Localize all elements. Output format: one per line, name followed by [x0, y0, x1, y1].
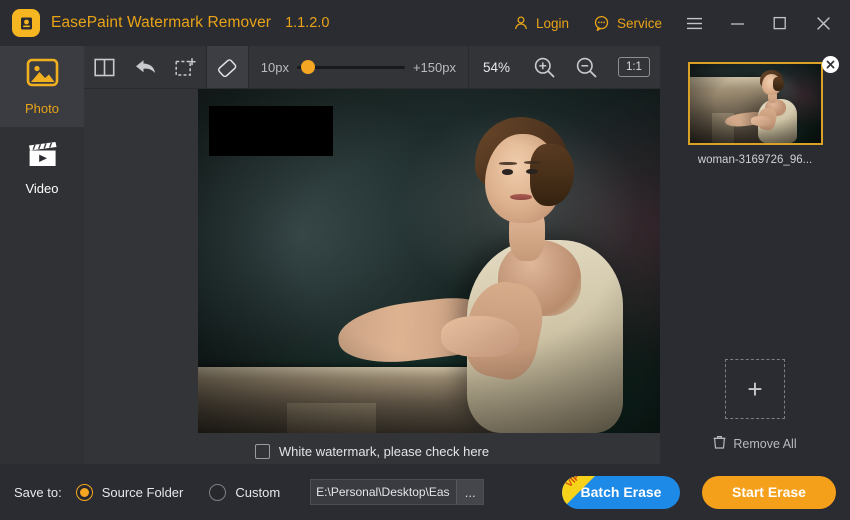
radio-custom-button[interactable] — [209, 483, 227, 501]
erase-selection-rectangle[interactable] — [209, 106, 333, 156]
editor-area: 10px +150px 54% 1:1 White watermark, ple… — [84, 46, 716, 464]
login-button[interactable]: Login — [507, 11, 575, 35]
photo-canvas[interactable] — [198, 89, 716, 433]
marquee-select-icon[interactable] — [165, 46, 206, 88]
sidebar-item-video[interactable]: Video — [0, 127, 84, 208]
hamburger-menu-icon[interactable] — [677, 8, 711, 38]
remove-all-label: Remove All — [733, 436, 797, 451]
bottom-bar: Save to: Source Folder Custom ... VIP Ba… — [0, 464, 850, 520]
eraser-icon[interactable] — [207, 46, 248, 88]
sidebar: Photo Video — [0, 46, 84, 464]
white-watermark-row[interactable]: White watermark, please check here — [84, 438, 660, 464]
thumbnail-filename: woman-3169726_96... — [697, 154, 813, 166]
zoom-out-icon[interactable] — [566, 46, 608, 88]
brush-size-slider[interactable] — [296, 60, 405, 74]
output-path-control[interactable]: ... — [310, 479, 485, 505]
photo-icon — [26, 57, 59, 93]
app-title: EasePaint Watermark Remover — [51, 14, 272, 31]
zoom-level-label: 54% — [482, 59, 510, 75]
service-button[interactable]: Service — [587, 11, 668, 36]
undo-arrow-icon[interactable] — [125, 46, 166, 88]
user-icon — [513, 15, 529, 31]
service-label: Service — [616, 15, 662, 31]
remove-all-button[interactable]: Remove All — [713, 435, 797, 452]
thumbnail-vignette — [689, 64, 821, 143]
thumbnail-image[interactable] — [687, 62, 823, 145]
sidebar-item-label: Photo — [25, 101, 59, 116]
output-path-input[interactable] — [311, 480, 457, 504]
editor-toolbar: 10px +150px 54% 1:1 — [84, 46, 660, 89]
radio-custom[interactable]: Custom — [209, 483, 281, 501]
zoom-in-icon[interactable] — [524, 46, 566, 88]
title-bar: EasePaint Watermark Remover 1.1.2.0 Logi… — [0, 0, 850, 46]
split-view-icon[interactable] — [84, 46, 125, 88]
white-watermark-label: White watermark, please check here — [278, 443, 490, 459]
start-erase-label: Start Erase — [732, 484, 806, 500]
radio-source-folder[interactable]: Source Folder — [75, 483, 184, 501]
add-file-button[interactable]: + — [725, 359, 785, 419]
start-erase-button[interactable]: Start Erase — [702, 475, 836, 509]
slider-knob[interactable] — [300, 60, 315, 74]
zoom-controls: 54% 1:1 — [469, 46, 660, 88]
application-window: EasePaint Watermark Remover 1.1.2.0 Logi… — [0, 0, 850, 520]
app-version: 1.1.2.0 — [285, 15, 330, 31]
add-file-area: + Remove All — [660, 359, 850, 464]
radio-source-folder-label: Source Folder — [101, 484, 184, 500]
canvas-area[interactable] — [84, 89, 716, 438]
radio-source-folder-button[interactable] — [75, 483, 93, 501]
minimize-icon[interactable] — [720, 8, 754, 38]
radio-custom-label: Custom — [235, 484, 281, 500]
app-logo-icon — [12, 9, 40, 37]
chat-bubble-icon — [593, 15, 610, 32]
list-item[interactable]: woman-3169726_96... — [660, 56, 850, 166]
batch-erase-button[interactable]: VIP Batch Erase — [562, 475, 680, 509]
save-to-label: Save to: — [14, 484, 62, 500]
file-list-panel: woman-3169726_96... + Remove All — [660, 46, 850, 464]
trash-icon — [713, 435, 726, 452]
brush-min-label: 10px — [260, 59, 289, 75]
close-thumbnail-icon[interactable] — [822, 56, 839, 73]
actual-size-button[interactable]: 1:1 — [617, 57, 650, 77]
video-clapperboard-icon — [27, 140, 58, 173]
close-icon[interactable] — [806, 8, 840, 38]
white-watermark-checkbox[interactable] — [254, 443, 270, 459]
browse-folder-button[interactable]: ... — [456, 480, 484, 504]
maximize-icon[interactable] — [763, 8, 797, 38]
brush-max-label: +150px — [412, 59, 456, 75]
login-label: Login — [535, 15, 569, 31]
brush-size-control[interactable]: 10px +150px — [249, 46, 468, 88]
sidebar-item-label: Video — [25, 180, 59, 196]
main-body: Photo Video 10px +150px 54% 1:1 White wa… — [0, 46, 850, 464]
sidebar-item-photo[interactable]: Photo — [0, 46, 84, 127]
